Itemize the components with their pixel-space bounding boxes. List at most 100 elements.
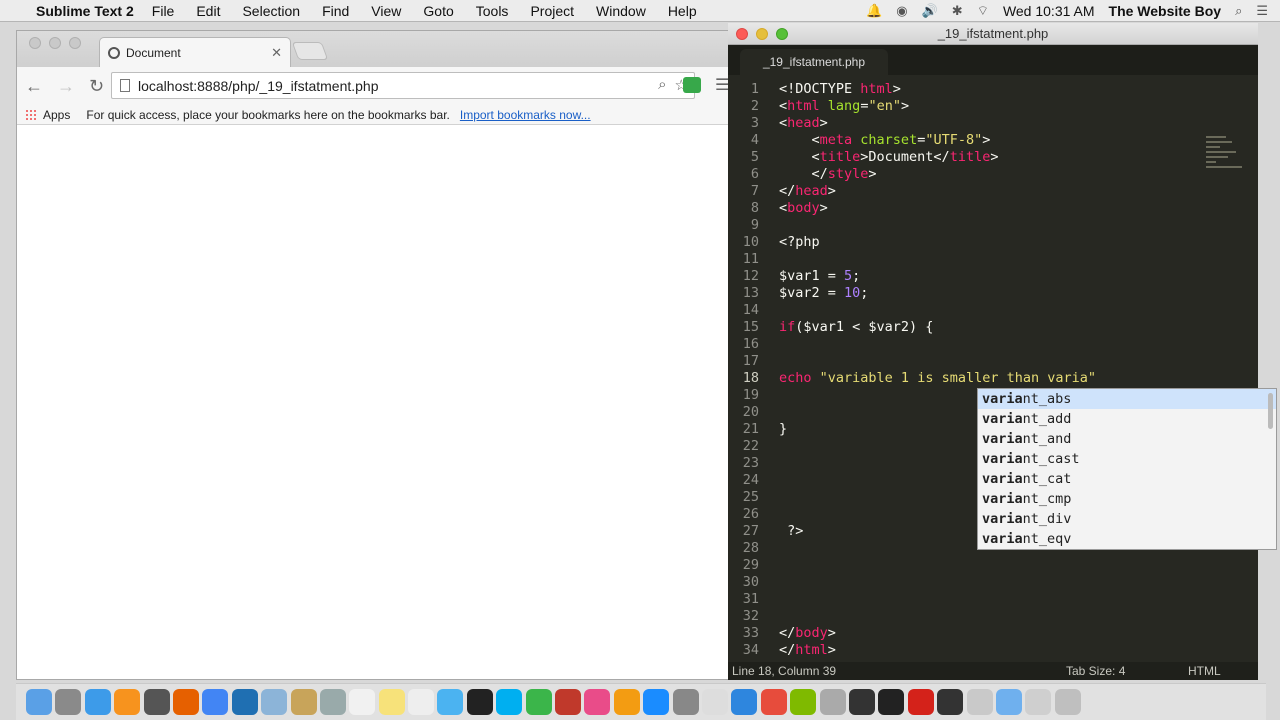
code-text[interactable]: <head>	[779, 115, 828, 131]
reload-icon[interactable]: ↻	[89, 76, 104, 97]
zoom-window-button[interactable]	[776, 28, 788, 40]
safari-icon[interactable]	[84, 689, 111, 715]
illustrator-icon[interactable]	[114, 689, 141, 715]
menu-selection[interactable]: Selection	[242, 3, 300, 19]
photoshop-icon[interactable]	[231, 689, 258, 715]
kindle-icon[interactable]	[937, 689, 964, 715]
autocomplete-item[interactable]: variant_div	[978, 509, 1276, 529]
menu-tools[interactable]: Tools	[476, 3, 509, 19]
textedit-icon[interactable]	[701, 689, 728, 715]
code-line[interactable]: 14	[728, 302, 1258, 319]
code-line[interactable]: 11	[728, 251, 1258, 268]
close-window-button[interactable]	[736, 28, 748, 40]
trash-icon[interactable]	[1054, 689, 1081, 715]
browser-tab[interactable]: Document ✕	[99, 37, 291, 67]
menu-find[interactable]: Find	[322, 3, 349, 19]
documents-icon[interactable]	[1025, 689, 1052, 715]
system-preferences-icon[interactable]	[672, 689, 699, 715]
utility-icon[interactable]	[819, 689, 846, 715]
code-text[interactable]: <body>	[779, 200, 828, 216]
photo-icon[interactable]	[731, 689, 758, 715]
folder-icon[interactable]	[290, 689, 317, 715]
menu-goto[interactable]: Goto	[423, 3, 453, 19]
messages-icon[interactable]	[437, 689, 464, 715]
record-icon[interactable]: ◉	[896, 3, 907, 19]
facetime-icon[interactable]	[525, 689, 552, 715]
menu-project[interactable]: Project	[530, 3, 574, 19]
downloads-folder-icon[interactable]	[995, 689, 1022, 715]
code-line[interactable]: 34 </html>	[728, 642, 1258, 659]
autocomplete-item[interactable]: variant_and	[978, 429, 1276, 449]
app-store-icon[interactable]	[643, 689, 670, 715]
code-line[interactable]: 17	[728, 353, 1258, 370]
user-name[interactable]: The Website Boy	[1109, 3, 1222, 19]
autocomplete-item[interactable]: variant_cast	[978, 449, 1276, 469]
help-icon[interactable]	[319, 689, 346, 715]
code-text[interactable]: </head>	[779, 183, 836, 199]
autocomplete-item[interactable]: variant_eqv	[978, 529, 1276, 549]
code-line[interactable]: 7 </head>	[728, 183, 1258, 200]
forward-icon[interactable]: →	[57, 76, 75, 97]
github-icon[interactable]	[848, 689, 875, 715]
code-line[interactable]: 12 $var1 = 5;	[728, 268, 1258, 285]
file-tab[interactable]: _19_ifstatment.php	[740, 49, 888, 75]
code-text[interactable]: <meta charset="UTF-8">	[779, 132, 991, 148]
menu-window[interactable]: Window	[596, 3, 646, 19]
bluetooth-icon[interactable]: ✱	[952, 3, 963, 19]
preview-icon[interactable]	[261, 689, 288, 715]
close-tab-icon[interactable]: ✕	[271, 45, 282, 61]
spotlight-search-icon[interactable]: ⌕	[1235, 3, 1242, 19]
minimize-window-button[interactable]	[756, 28, 768, 40]
address-bar-url[interactable]: localhost:8888/php/_19_ifstatment.php	[138, 78, 379, 94]
terminal-icon[interactable]	[466, 689, 493, 715]
clock[interactable]: Wed 10:31 AM	[1003, 3, 1095, 19]
wifi-icon[interactable]: ⌔	[977, 3, 989, 19]
itunes-icon[interactable]	[584, 689, 611, 715]
code-line[interactable]: 33 </body>	[728, 625, 1258, 642]
code-line[interactable]: 3 <head>	[728, 115, 1258, 132]
menu-app-name[interactable]: Sublime Text 2	[36, 3, 134, 19]
apps-grid-icon[interactable]	[25, 108, 37, 121]
filmstrip-icon[interactable]	[143, 689, 170, 715]
tab-size[interactable]: Tab Size: 4	[1066, 664, 1125, 678]
code-line[interactable]: 10 <?php	[728, 234, 1258, 251]
code-text[interactable]: }	[779, 421, 787, 437]
code-line[interactable]: 32	[728, 608, 1258, 625]
autocomplete-item[interactable]: variant_add	[978, 409, 1276, 429]
firefox-icon[interactable]	[172, 689, 199, 715]
code-text[interactable]: $var2 = 10;	[779, 285, 868, 301]
code-text[interactable]: <html lang="en">	[779, 98, 909, 114]
code-line[interactable]: 5 <title>Document</title>	[728, 149, 1258, 166]
dreamweaver-icon[interactable]	[790, 689, 817, 715]
menu-help[interactable]: Help	[668, 3, 697, 19]
code-line[interactable]: 6 </style>	[728, 166, 1258, 183]
browser-page-content[interactable]	[17, 125, 729, 679]
code-line[interactable]: 8 <body>	[728, 200, 1258, 217]
minimize-window-button[interactable]	[49, 37, 61, 49]
zoom-window-button[interactable]	[69, 37, 81, 49]
code-text[interactable]: echo "variable 1 is smaller than varia"	[779, 370, 1096, 386]
code-line[interactable]: 31	[728, 591, 1258, 608]
autocomplete-item[interactable]: variant_abs	[978, 389, 1276, 409]
finder-icon[interactable]	[26, 689, 52, 715]
minimap[interactable]	[1206, 133, 1254, 203]
code-line[interactable]: 30	[728, 574, 1258, 591]
menu-edit[interactable]: Edit	[196, 3, 220, 19]
reminders-icon[interactable]	[408, 689, 435, 715]
code-line[interactable]: 29	[728, 557, 1258, 574]
code-line[interactable]: 2 <html lang="en">	[728, 98, 1258, 115]
autocomplete-item[interactable]: variant_cat	[978, 469, 1276, 489]
ibooks-icon[interactable]	[613, 689, 640, 715]
colors-icon[interactable]	[760, 689, 787, 715]
autocomplete-scrollbar[interactable]	[1268, 393, 1273, 429]
chrome-icon[interactable]	[202, 689, 229, 715]
autocomplete-item[interactable]: variant_cmp	[978, 489, 1276, 509]
code-text[interactable]: <?php	[779, 234, 820, 250]
menu-view[interactable]: View	[371, 3, 401, 19]
calendar-icon[interactable]	[349, 689, 376, 715]
dictionary-icon[interactable]	[966, 689, 993, 715]
back-icon[interactable]: ←	[25, 76, 43, 97]
import-bookmarks-link[interactable]: Import bookmarks now...	[460, 108, 591, 122]
close-window-button[interactable]	[29, 37, 41, 49]
code-line[interactable]: 18 echo "variable 1 is smaller than varia…	[728, 370, 1258, 387]
